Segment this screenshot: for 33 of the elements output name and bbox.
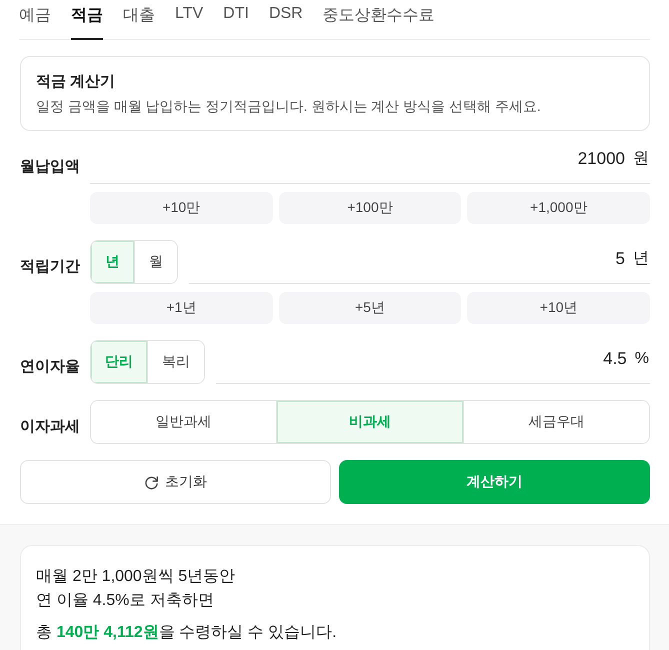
tab[interactable]: 대출: [123, 0, 155, 40]
segment-option[interactable]: 월: [134, 241, 177, 283]
tab[interactable]: 적금: [71, 0, 103, 40]
quick-add-button[interactable]: +1년: [90, 292, 273, 324]
tab[interactable]: LTV: [175, 0, 204, 40]
refresh-icon: [144, 474, 159, 490]
result-text: 매월 2만 1,000원씩 5년동안: [36, 567, 236, 587]
field-label: 월납입액: [20, 157, 80, 177]
tab[interactable]: DSR: [268, 0, 303, 40]
reset-button[interactable]: 초기화: [20, 460, 331, 504]
unit-label: 년: [633, 240, 650, 284]
segment-option[interactable]: 복리: [147, 341, 204, 383]
tab[interactable]: 예금: [19, 0, 51, 40]
quick-add-button[interactable]: +5년: [278, 292, 462, 324]
quick-add-button[interactable]: +10년: [467, 292, 650, 324]
field-label: 적립기간: [20, 257, 80, 277]
tab[interactable]: 중도상환수수료: [322, 0, 435, 40]
field-label: 이자과세: [20, 417, 80, 437]
input-field[interactable]: 5: [189, 240, 633, 284]
segment-option[interactable]: 세금우대: [462, 401, 649, 443]
quick-add-button[interactable]: +1,000만: [467, 192, 650, 224]
quick-add-button[interactable]: +100만: [278, 192, 462, 224]
quick-add-button[interactable]: +10만: [90, 192, 273, 224]
result-text: 연 이율 4.5%로 저축하면: [36, 591, 214, 611]
input-field[interactable]: 4.5: [216, 340, 635, 384]
unit-label: %: [634, 340, 650, 384]
unit-label: 원: [633, 140, 650, 184]
tab[interactable]: DTI: [223, 0, 249, 40]
field-label: 연이자율: [20, 357, 80, 377]
result-summary: 총 140만 4,112원을 수령하실 수 있습니다.: [36, 623, 337, 643]
card-description: 일정 금액을 매월 납입하는 정기적금입니다. 원하시는 계산 방식을 선택해 주세요.: [36, 97, 542, 116]
card-title: 적금 계산기: [36, 72, 116, 92]
input-field[interactable]: 21000: [90, 140, 633, 184]
